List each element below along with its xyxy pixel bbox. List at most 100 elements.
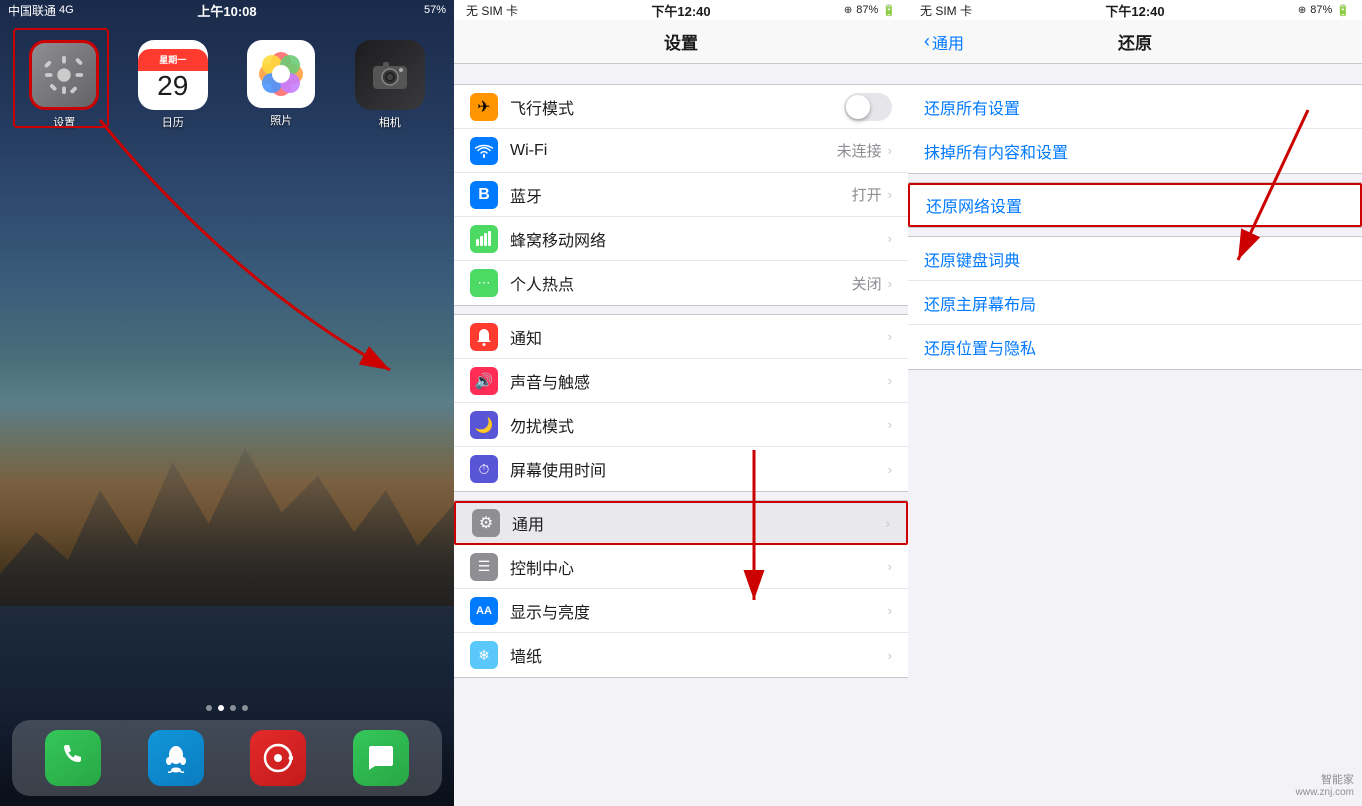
wifi-chevron: › (888, 143, 892, 158)
dock-messages[interactable] (353, 730, 409, 786)
settings-app-label: 设置 (53, 114, 75, 130)
photos-icon (247, 40, 315, 108)
screentime-chevron: › (888, 462, 892, 477)
settings-row-sound[interactable]: 🔊 声音与触感 › (454, 359, 908, 403)
cellular-label: 蜂窝移动网络 (510, 227, 888, 251)
bluetooth-icon: B (470, 181, 498, 209)
settings-row-control[interactable]: ☰ 控制中心 › (454, 545, 908, 589)
display-chevron: › (888, 603, 892, 618)
camera-app[interactable]: 相机 (346, 40, 435, 130)
middle-time: 下午12:40 (651, 1, 710, 20)
settings-row-cellular[interactable]: 蜂窝移动网络 › (454, 217, 908, 261)
left-panel: 中国联通 4G 上午10:08 57% (0, 0, 454, 806)
control-chevron: › (888, 559, 892, 574)
reset-row-homescreen[interactable]: 还原主屏幕布局 (908, 281, 1362, 325)
dock-qq[interactable] (148, 730, 204, 786)
left-status-bar: 中国联通 4G 上午10:08 57% (0, 0, 454, 20)
cellular-icon (470, 225, 498, 253)
general-icon: ⚙ (472, 509, 500, 537)
control-icon: ☰ (470, 553, 498, 581)
settings-row-hotspot[interactable]: ⋯ 个人热点 关闭 › (454, 261, 908, 305)
settings-row-dnd[interactable]: 🌙 勿扰模式 › (454, 403, 908, 447)
reset-all-label: 还原所有设置 (924, 95, 1020, 119)
calendar-weekday: 星期一 (138, 49, 208, 71)
right-carrier: 无 SIM 卡 (920, 2, 972, 19)
bluetooth-value: 打开 (852, 184, 882, 205)
calendar-icon: 星期一 29 (138, 40, 208, 110)
general-chevron: › (886, 516, 890, 531)
sound-label: 声音与触感 (510, 369, 888, 393)
notification-chevron: › (888, 329, 892, 344)
dock-phone[interactable] (45, 730, 101, 786)
airplane-icon: ✈ (470, 93, 498, 121)
middle-battery: 87% (856, 4, 878, 16)
erase-all-label: 抹掉所有内容和设置 (924, 139, 1068, 163)
calendar-app[interactable]: 星期一 29 日历 (129, 40, 218, 130)
wallpaper-icon: ❄ (470, 641, 498, 669)
wifi-value: 未连接 (837, 140, 882, 161)
settings-row-notifications[interactable]: 通知 › (454, 315, 908, 359)
watermark-url: www.znj.com (1296, 787, 1354, 798)
reset-network-section: 还原网络设置 (908, 182, 1362, 228)
settings-app[interactable]: 设置 (20, 40, 109, 130)
reset-row-keyboard[interactable]: 还原键盘词典 (908, 237, 1362, 281)
photos-app[interactable]: 照片 (237, 40, 326, 130)
dot-4 (242, 705, 248, 711)
wifi-icon (470, 137, 498, 165)
reset-row-all-settings[interactable]: 还原所有设置 (908, 85, 1362, 129)
section-separator (908, 174, 1362, 182)
dnd-chevron: › (888, 417, 892, 432)
reset-row-network[interactable]: 还原网络设置 (908, 183, 1362, 227)
settings-row-display[interactable]: AA 显示与亮度 › (454, 589, 908, 633)
dock-netease[interactable] (250, 730, 306, 786)
reset-keyboard-label: 还原键盘词典 (924, 247, 1020, 271)
page-dots (0, 705, 454, 711)
general-settings-list: ⚙ 通用 › ☰ 控制中心 › AA 显示与亮度 › ❄ 墙纸 › (454, 500, 908, 678)
settings-row-airplane[interactable]: ✈ 飞行模式 (454, 85, 908, 129)
settings-row-wifi[interactable]: Wi-Fi 未连接 › (454, 129, 908, 173)
right-battery: 87% (1310, 4, 1332, 16)
reset-homescreen-label: 还原主屏幕布局 (924, 291, 1036, 315)
bluetooth-chevron: › (888, 187, 892, 202)
wallpaper-chevron: › (888, 648, 892, 663)
toggle-knob (846, 95, 870, 119)
dot-2 (218, 705, 224, 711)
settings-section-notifications: 通知 › 🔊 声音与触感 › 🌙 勿扰模式 › ⏱ 屏幕使用时间 › (454, 314, 908, 492)
settings-section-general: ⚙ 通用 › ☰ 控制中心 › AA 显示与亮度 › ❄ 墙纸 › (454, 500, 908, 678)
settings-row-bluetooth[interactable]: B 蓝牙 打开 › (454, 173, 908, 217)
hotspot-label: 个人热点 (510, 271, 852, 295)
settings-row-general[interactable]: ⚙ 通用 › (454, 501, 908, 545)
app-grid: 设置 星期一 29 日历 (0, 30, 454, 140)
settings-row-screentime[interactable]: ⏱ 屏幕使用时间 › (454, 447, 908, 491)
calendar-day: 29 (157, 71, 188, 102)
sound-chevron: › (888, 373, 892, 388)
reset-row-erase-all[interactable]: 抹掉所有内容和设置 (908, 129, 1362, 173)
settings-row-wallpaper[interactable]: ❄ 墙纸 › (454, 633, 908, 677)
network-type: 4G (59, 4, 74, 16)
wifi-label: Wi-Fi (510, 142, 837, 160)
airplane-toggle[interactable] (844, 93, 892, 121)
watermark-brand: 智能家 (1296, 771, 1354, 787)
bluetooth-label: 蓝牙 (510, 183, 852, 207)
right-status-bar: 无 SIM 卡 下午12:40 ⊕ 87% 🔋 (908, 0, 1362, 20)
screentime-label: 屏幕使用时间 (510, 457, 888, 481)
reset-section: 还原所有设置 抹掉所有内容和设置 (908, 84, 1362, 174)
settings-section-network: ✈ 飞行模式 Wi-Fi 未连接 › (454, 84, 908, 306)
reset-network-label: 还原网络设置 (926, 193, 1022, 217)
network-settings-list: ✈ 飞行模式 Wi-Fi 未连接 › (454, 84, 908, 306)
hotspot-icon: ⋯ (470, 269, 498, 297)
left-battery: 57% (424, 4, 446, 16)
dot-3 (230, 705, 236, 711)
right-nav-bar: ‹ 通用 还原 (908, 20, 1362, 64)
middle-status-bar: 无 SIM 卡 下午12:40 ⊕ 87% 🔋 (454, 0, 908, 20)
notification-label: 通知 (510, 325, 888, 349)
notifications-settings-list: 通知 › 🔊 声音与触感 › 🌙 勿扰模式 › ⏱ 屏幕使用时间 › (454, 314, 908, 492)
cellular-chevron: › (888, 231, 892, 246)
reset-row-location[interactable]: 还原位置与隐私 (908, 325, 1362, 369)
dock (12, 720, 442, 796)
back-label: 通用 (932, 30, 964, 54)
dnd-label: 勿扰模式 (510, 413, 888, 437)
dot-1 (206, 705, 212, 711)
back-button[interactable]: ‹ 通用 (924, 30, 964, 54)
reset-list: 还原所有设置 抹掉所有内容和设置 (908, 84, 1362, 174)
